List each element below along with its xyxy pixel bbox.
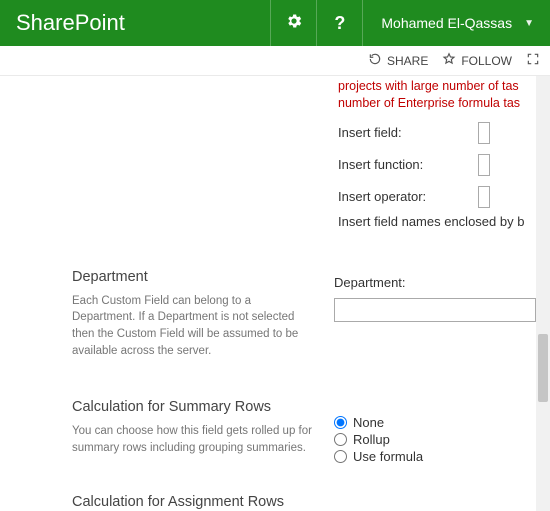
share-label: SHARE (387, 54, 428, 68)
calc-option-none[interactable]: None (334, 415, 536, 430)
calc-assign-title: Calculation for Assignment Rows (72, 494, 316, 510)
suite-bar: SharePoint ? Mohamed El-Qassas ▼ (0, 0, 550, 46)
follow-label: FOLLOW (461, 54, 512, 68)
radio-none[interactable] (334, 416, 347, 429)
focus-icon (526, 52, 540, 69)
insert-operator-select[interactable] (478, 186, 490, 208)
calc-summary-title: Calculation for Summary Rows (72, 399, 316, 415)
star-icon (442, 52, 456, 69)
formula-warning: projects with large number of tas number… (338, 78, 550, 112)
page-content: projects with large number of tas number… (0, 76, 550, 511)
insert-function-select[interactable] (478, 154, 490, 176)
help-icon: ? (334, 13, 345, 34)
department-input[interactable] (334, 298, 536, 322)
calc-summary-options: None Rollup Use formula (334, 415, 536, 464)
user-name: Mohamed El-Qassas (381, 15, 512, 31)
gear-icon (285, 12, 303, 35)
department-section-title: Department (72, 269, 316, 285)
formula-hint: Insert field names enclosed by b (338, 214, 550, 229)
radio-none-label: None (353, 415, 384, 430)
share-icon (368, 52, 382, 69)
department-field-label: Department: (334, 275, 536, 290)
radio-rollup-label: Rollup (353, 432, 390, 447)
insert-operator-label: Insert operator: (338, 189, 478, 204)
calc-option-rollup[interactable]: Rollup (334, 432, 536, 447)
focus-button[interactable] (526, 52, 540, 69)
scrollbar-thumb[interactable] (538, 334, 548, 402)
follow-button[interactable]: FOLLOW (442, 52, 512, 69)
radio-formula[interactable] (334, 450, 347, 463)
help-button[interactable]: ? (316, 0, 362, 46)
department-section-desc: Each Custom Field can belong to a Depart… (72, 293, 316, 360)
insert-function-label: Insert function: (338, 157, 478, 172)
insert-field-label: Insert field: (338, 125, 478, 140)
brand-title: SharePoint (0, 10, 270, 36)
share-button[interactable]: SHARE (368, 52, 428, 69)
settings-button[interactable] (270, 0, 316, 46)
radio-formula-label: Use formula (353, 449, 423, 464)
calc-option-formula[interactable]: Use formula (334, 449, 536, 464)
calc-summary-desc: You can choose how this field gets rolle… (72, 423, 316, 456)
radio-rollup[interactable] (334, 433, 347, 446)
user-menu[interactable]: Mohamed El-Qassas ▼ (362, 0, 550, 46)
chevron-down-icon: ▼ (524, 18, 534, 29)
page-action-bar: SHARE FOLLOW (0, 46, 550, 76)
insert-field-select[interactable] (478, 122, 490, 144)
vertical-scrollbar[interactable] (536, 76, 550, 511)
